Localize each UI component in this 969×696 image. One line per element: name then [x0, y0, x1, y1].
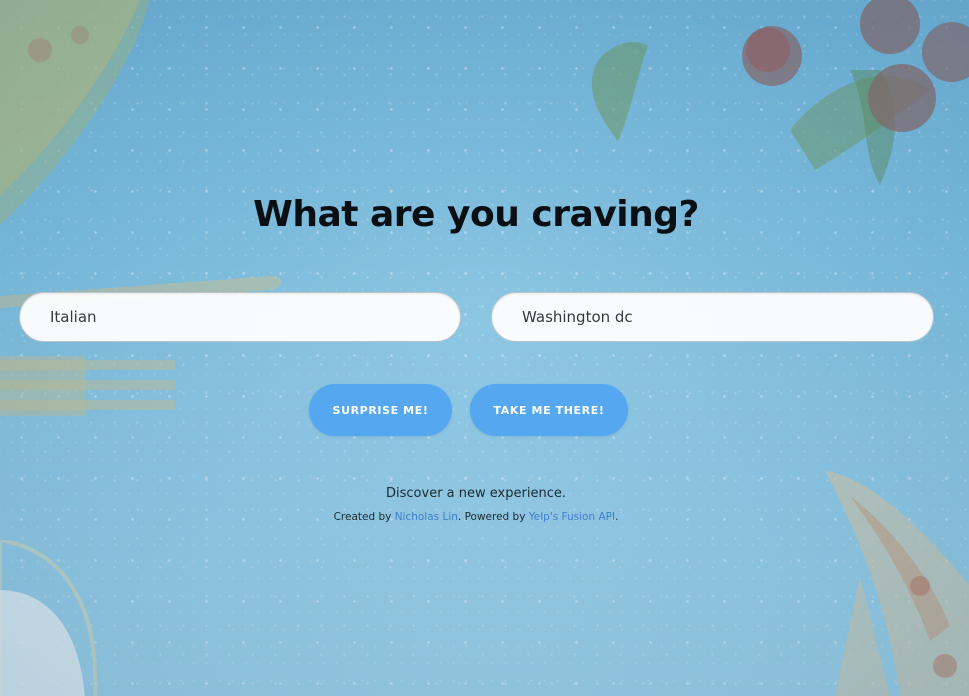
credits-suffix: . — [615, 511, 619, 523]
yelp-api-link[interactable]: Yelp's Fusion API — [529, 511, 615, 523]
page-background: What are you craving? SURPRISE ME! TAKE … — [0, 0, 969, 696]
search-panel: What are you craving? SURPRISE ME! TAKE … — [0, 0, 969, 696]
location-search-input[interactable] — [491, 292, 934, 342]
take-me-there-button[interactable]: TAKE ME THERE! — [470, 384, 628, 436]
credits: Created by Nicholas Lin. Powered by Yelp… — [0, 511, 952, 523]
author-link[interactable]: Nicholas Lin — [395, 511, 458, 523]
tagline: Discover a new experience. — [386, 486, 566, 501]
page-title: What are you craving? — [253, 194, 699, 235]
food-search-input[interactable] — [19, 292, 461, 342]
credits-created-by: Created by — [333, 511, 395, 523]
credits-powered-by: . Powered by — [457, 511, 529, 523]
surprise-me-button[interactable]: SURPRISE ME! — [309, 384, 452, 436]
